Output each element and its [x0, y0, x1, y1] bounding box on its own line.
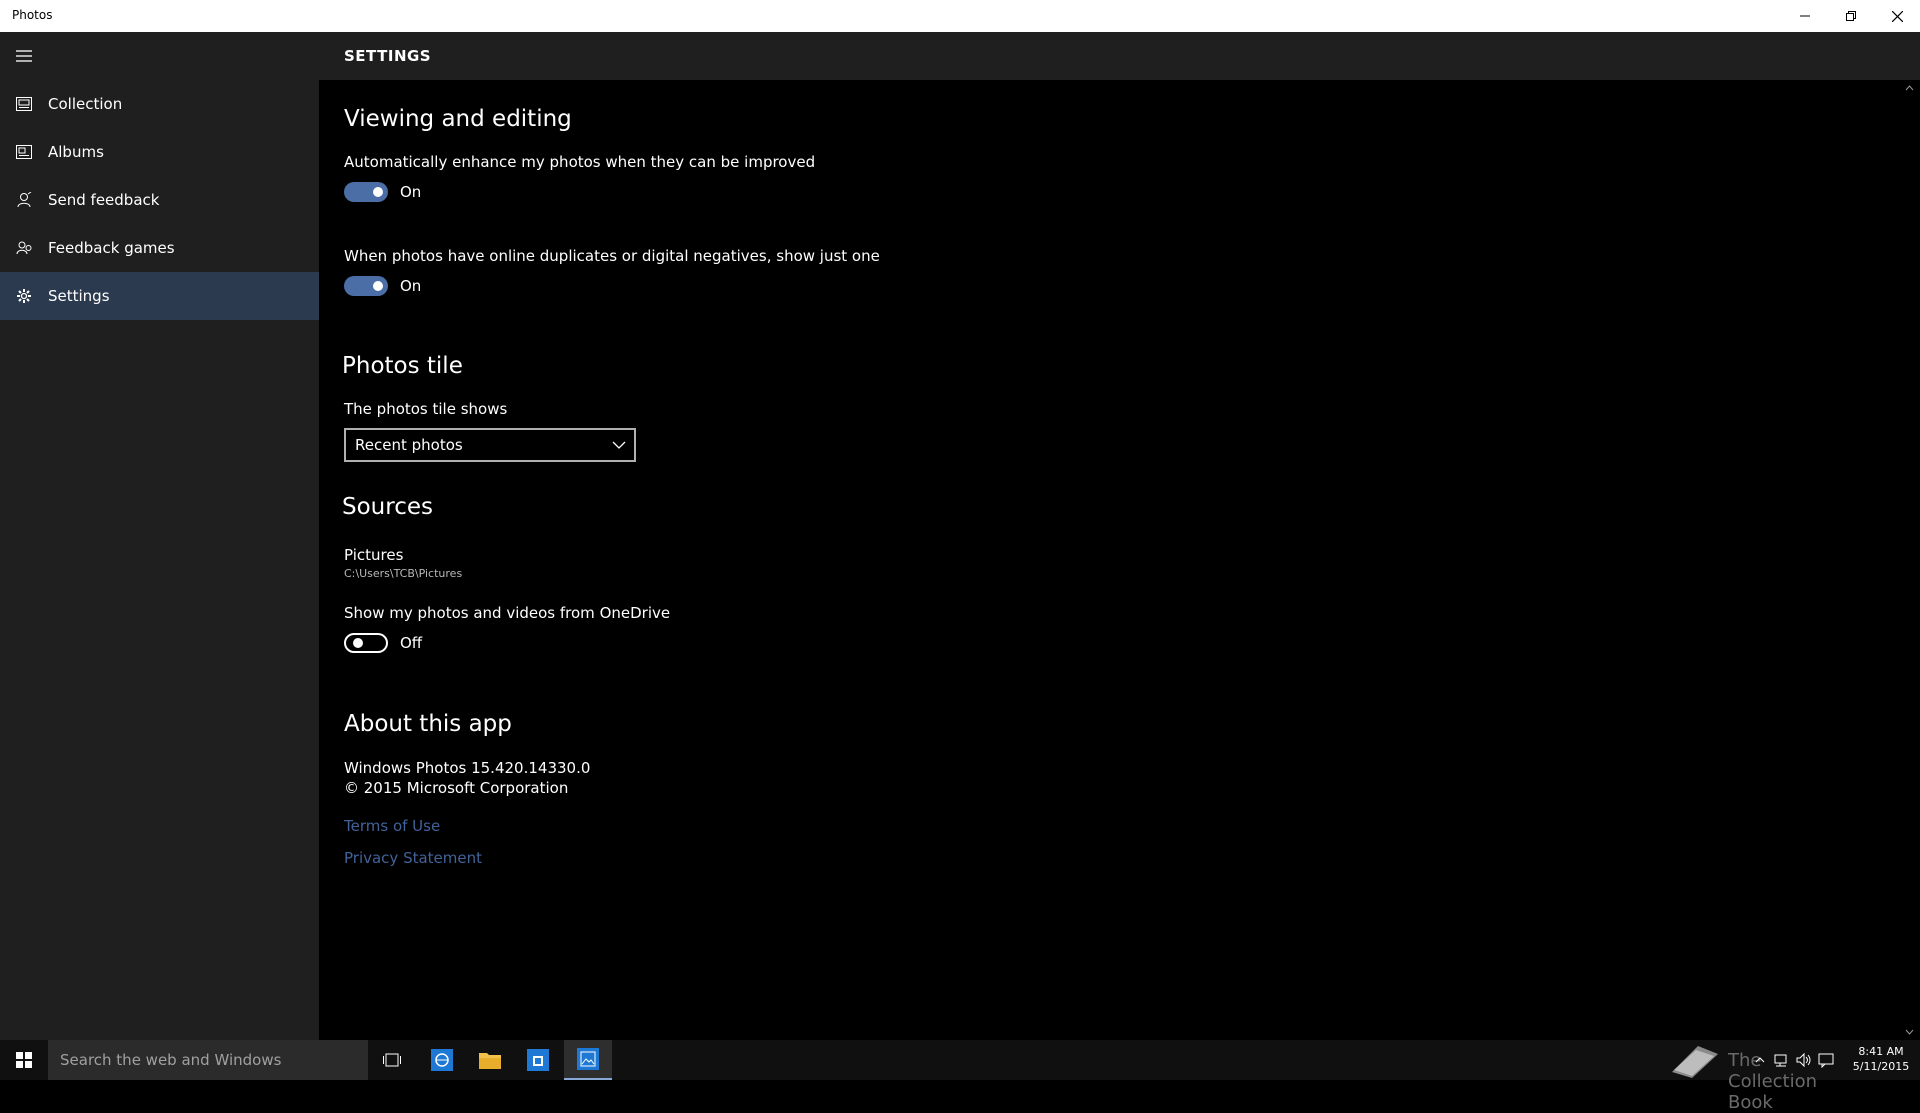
task-view-button[interactable]: [368, 1040, 416, 1080]
scroll-down-icon: [1905, 1029, 1914, 1035]
page-header: SETTINGS: [319, 32, 1920, 80]
folder-icon: [479, 1053, 501, 1069]
sidebar-item-feedback-games[interactable]: Feedback games: [0, 224, 319, 272]
taskbar-file-explorer-button[interactable]: [466, 1040, 514, 1080]
tile-label: The photos tile shows: [344, 400, 508, 418]
toggle-knob: [353, 638, 363, 648]
store-icon: [527, 1049, 549, 1071]
duplicates-state: On: [400, 277, 422, 295]
section-heading-sources: Sources: [342, 494, 433, 520]
minimize-icon: [1800, 15, 1810, 17]
section-heading-about: About this app: [344, 711, 512, 737]
sidebar-item-settings[interactable]: Settings: [0, 272, 319, 320]
duplicates-toggle[interactable]: [344, 276, 388, 296]
taskbar-browser-button[interactable]: [418, 1040, 466, 1080]
feedback-icon: [0, 176, 48, 224]
close-button[interactable]: [1874, 0, 1920, 32]
volume-icon[interactable]: [1796, 1052, 1812, 1068]
scroll-up-icon: [1905, 85, 1914, 91]
taskbar-search-box[interactable]: Search the web and Windows: [48, 1040, 368, 1080]
sidebar-item-label: Collection: [48, 95, 123, 113]
search-placeholder: Search the web and Windows: [60, 1051, 282, 1069]
gear-icon: [0, 272, 48, 320]
collection-icon: [0, 80, 48, 128]
terms-of-use-link[interactable]: Terms of Use: [344, 817, 440, 835]
task-view-icon: [383, 1053, 401, 1067]
browser-icon: [431, 1049, 453, 1071]
notification-icon[interactable]: [1818, 1052, 1834, 1068]
hamburger-menu-button[interactable]: [0, 32, 48, 80]
source-folder-name: Pictures: [344, 546, 404, 564]
copyright: © 2015 Microsoft Corporation: [344, 779, 569, 797]
vertical-scrollbar[interactable]: [1899, 80, 1920, 1040]
chevron-down-icon: [612, 441, 626, 449]
sidebar-item-label: Settings: [48, 287, 110, 305]
close-icon: [1891, 10, 1903, 22]
hamburger-icon: [16, 50, 32, 62]
onedrive-toggle[interactable]: [344, 633, 388, 653]
restore-icon: [1846, 11, 1856, 21]
windows-logo-icon: [16, 1052, 32, 1068]
photos-window: Photos Collection Albums Send feedback F…: [0, 0, 1920, 1040]
sidebar-item-albums[interactable]: Albums: [0, 128, 319, 176]
toggle-knob: [373, 187, 383, 197]
page-title: SETTINGS: [344, 47, 432, 65]
section-heading-viewing: Viewing and editing: [344, 106, 572, 132]
source-folder-path: C:\Users\TCB\Pictures: [344, 567, 463, 580]
sidebar-item-label: Feedback games: [48, 239, 175, 257]
taskbar-photos-button[interactable]: [564, 1040, 612, 1080]
clock-date: 5/11/2015: [1852, 1060, 1910, 1073]
toggle-knob: [373, 281, 383, 291]
taskbar-store-button[interactable]: [514, 1040, 562, 1080]
sidebar: Collection Albums Send feedback Feedback…: [0, 32, 319, 1040]
enhance-toggle[interactable]: [344, 182, 388, 202]
title-bar: Photos: [0, 0, 1920, 32]
photos-tile-dropdown[interactable]: Recent photos: [344, 428, 636, 462]
book-icon: [1672, 1046, 1718, 1078]
feedback-games-icon: [0, 224, 48, 272]
taskbar-clock[interactable]: 8:41 AM 5/11/2015: [1850, 1044, 1912, 1074]
albums-icon: [0, 128, 48, 176]
enhance-state: On: [400, 183, 422, 201]
enhance-label: Automatically enhance my photos when the…: [344, 153, 816, 171]
photos-app-icon: [577, 1048, 599, 1070]
restore-button[interactable]: [1828, 0, 1874, 32]
tray-chevron-up-icon[interactable]: [1752, 1052, 1768, 1068]
network-icon[interactable]: [1774, 1052, 1790, 1068]
sidebar-item-label: Albums: [48, 143, 104, 161]
sidebar-item-send-feedback[interactable]: Send feedback: [0, 176, 319, 224]
sidebar-item-collection[interactable]: Collection: [0, 80, 319, 128]
onedrive-state: Off: [400, 634, 423, 652]
clock-time: 8:41 AM: [1858, 1045, 1904, 1058]
minimize-button[interactable]: [1782, 0, 1828, 32]
duplicates-label: When photos have online duplicates or di…: [344, 247, 880, 265]
sidebar-item-label: Send feedback: [48, 191, 160, 209]
dropdown-selected-value: Recent photos: [355, 436, 463, 454]
app-version: Windows Photos 15.420.14330.0: [344, 759, 591, 777]
taskbar: Search the web and Windows The Collectio…: [0, 1040, 1920, 1113]
onedrive-label: Show my photos and videos from OneDrive: [344, 604, 671, 622]
section-heading-photos-tile: Photos tile: [342, 353, 463, 379]
settings-content: Viewing and editing Automatically enhanc…: [319, 80, 1899, 1040]
app-title: Photos: [12, 8, 53, 22]
privacy-statement-link[interactable]: Privacy Statement: [344, 849, 482, 867]
start-button[interactable]: [0, 1040, 48, 1080]
